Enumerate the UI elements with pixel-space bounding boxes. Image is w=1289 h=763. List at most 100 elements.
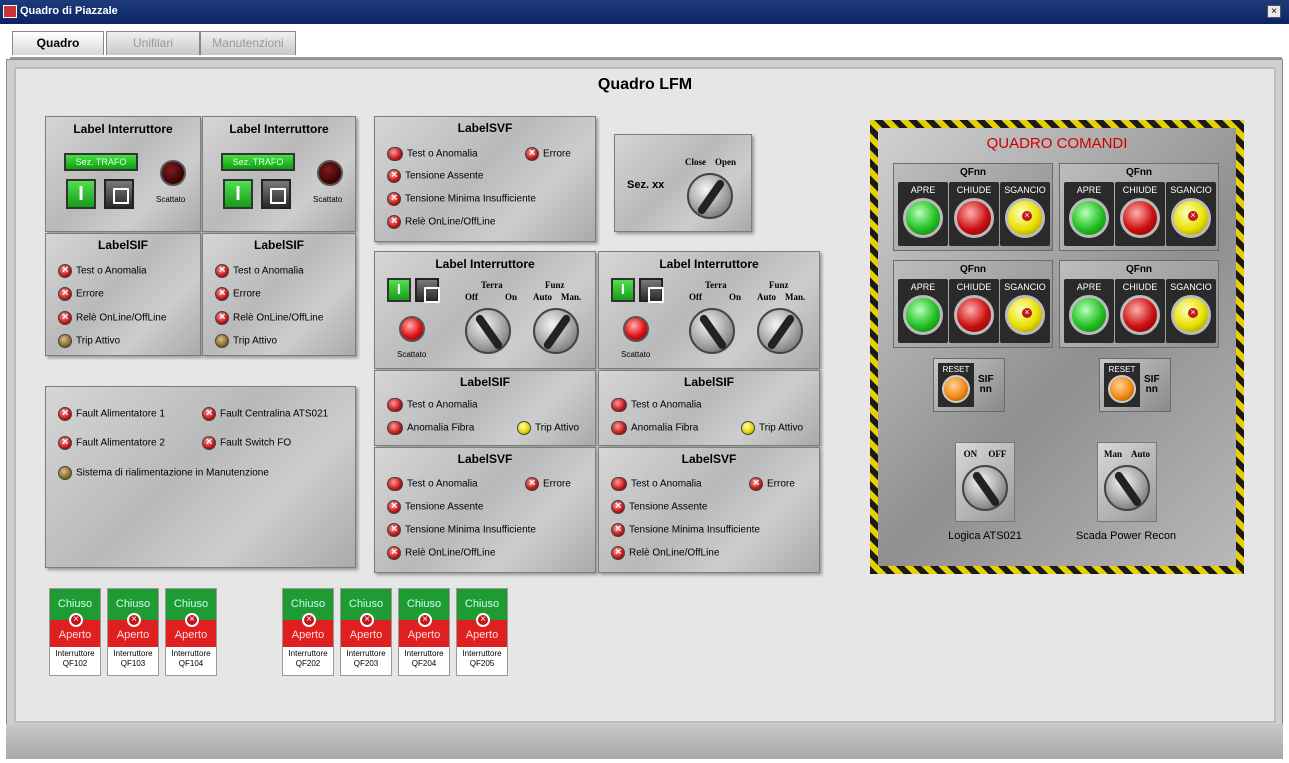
status-row: Tensione Assente bbox=[387, 168, 483, 184]
sez-trafo-display: Sez. TRAFO bbox=[221, 153, 295, 171]
alarm-led-icon bbox=[387, 147, 403, 161]
man-auto-label: Man Auto bbox=[1103, 449, 1150, 459]
chiude-button[interactable]: CHIUDE bbox=[949, 182, 999, 246]
scada-switch[interactable] bbox=[1104, 465, 1150, 511]
open-breaker-button[interactable] bbox=[104, 179, 134, 209]
interruttore-panel-3: Label Interruttore I Scattato Terra Off … bbox=[374, 251, 596, 369]
status-row: Test o Anomalia bbox=[215, 263, 304, 279]
open-breaker-button[interactable] bbox=[261, 179, 291, 209]
apre-button[interactable]: APRE bbox=[1064, 279, 1114, 343]
man-label: Man. bbox=[785, 292, 806, 302]
qf-name: QFnn bbox=[959, 167, 987, 178]
breaker-status-qf104[interactable]: Chiuso Aperto × Interruttore QF104 bbox=[165, 588, 217, 676]
close-breaker-button[interactable]: I bbox=[611, 278, 635, 302]
status-row: Test o Anomalia bbox=[58, 263, 147, 279]
status-row: Errore bbox=[215, 286, 261, 302]
logica-switch[interactable] bbox=[962, 465, 1008, 511]
status-row: Errore bbox=[749, 476, 795, 492]
funz-selector[interactable] bbox=[757, 308, 803, 354]
close-breaker-button[interactable]: I bbox=[387, 278, 411, 302]
reset-sif-2: RESET SIF nn bbox=[1099, 358, 1171, 412]
alarm-led-icon bbox=[58, 263, 72, 278]
sgancio-button[interactable]: SGANCIO bbox=[1000, 279, 1050, 343]
alarm-led-icon bbox=[387, 398, 403, 412]
status-row: Relè OnLine/OffLine bbox=[215, 310, 323, 326]
sgancio-button[interactable]: SGANCIO bbox=[1166, 182, 1216, 246]
close-icon[interactable]: × bbox=[1267, 5, 1281, 18]
breaker-status-qf205[interactable]: Chiuso Aperto × Interruttore QF205 bbox=[456, 588, 508, 676]
alarm-led-icon bbox=[525, 476, 539, 491]
trip-led-icon bbox=[215, 334, 229, 348]
tab-manutenzioni[interactable]: Manutenzioni bbox=[200, 31, 296, 55]
status-row: Test o Anomalia bbox=[387, 477, 478, 492]
alarm-led-icon bbox=[58, 435, 72, 450]
chiude-button[interactable]: CHIUDE bbox=[1115, 182, 1165, 246]
qf-group-1: QFnn APRE CHIUDE SGANCIO bbox=[893, 163, 1053, 251]
status-row: Tensione Assente bbox=[611, 499, 707, 515]
breaker-status-qf204[interactable]: Chiuso Aperto × Interruttore QF204 bbox=[398, 588, 450, 676]
sezionatore-switch[interactable] bbox=[687, 173, 733, 219]
panel-title: Label Interruttore bbox=[659, 257, 759, 271]
alarm-led-icon bbox=[387, 477, 403, 491]
alarm-led-icon bbox=[611, 398, 627, 412]
panel-title: Label Interruttore bbox=[229, 122, 329, 136]
alarm-led-icon bbox=[387, 191, 401, 206]
status-row: Sistema di rialimentazione in Manutenzio… bbox=[58, 466, 269, 481]
apre-button[interactable]: APRE bbox=[898, 182, 948, 246]
terra-selector[interactable] bbox=[689, 308, 735, 354]
chiude-button[interactable]: CHIUDE bbox=[1115, 279, 1165, 343]
terra-selector[interactable] bbox=[465, 308, 511, 354]
sgancio-button[interactable]: SGANCIO bbox=[1000, 182, 1050, 246]
terra-label: Terra bbox=[705, 280, 727, 290]
alarm-led-icon bbox=[215, 310, 229, 325]
tripped-indicator-led bbox=[623, 316, 649, 342]
svf-panel-2: LabelSVF Test o Anomalia Tensione Assent… bbox=[598, 447, 820, 573]
alarm-led-icon bbox=[525, 146, 539, 161]
status-row: Anomalia Fibra bbox=[611, 421, 698, 436]
close-breaker-button[interactable]: I bbox=[223, 179, 253, 209]
qf-name: QFnn bbox=[959, 264, 987, 275]
alarm-led-icon bbox=[58, 310, 72, 325]
sgancio-button[interactable]: SGANCIO bbox=[1166, 279, 1216, 343]
status-row: Test o Anomalia bbox=[387, 398, 478, 413]
status-row: Fault Switch FO bbox=[202, 435, 291, 451]
interruttore-panel-1: Label Interruttore Sez. TRAFO I Scattato bbox=[45, 116, 201, 232]
terra-label: Terra bbox=[481, 280, 503, 290]
panel-title: LabelSIF bbox=[683, 375, 734, 389]
breaker-status-qf102[interactable]: Chiuso Aperto × Interruttore QF102 bbox=[49, 588, 101, 676]
alarm-led-icon bbox=[749, 476, 763, 491]
sif-label: SIF nn bbox=[978, 374, 994, 395]
qf-name: QFnn bbox=[1125, 167, 1153, 178]
breaker-status-qf202[interactable]: Chiuso Aperto × Interruttore QF202 bbox=[282, 588, 334, 676]
page-title: Quadro LFM bbox=[597, 76, 693, 93]
open-breaker-button[interactable] bbox=[415, 278, 440, 303]
alarm-led-icon bbox=[215, 286, 229, 301]
close-breaker-button[interactable]: I bbox=[66, 179, 96, 209]
status-row: Test o Anomalia bbox=[611, 398, 702, 413]
alarm-led-icon bbox=[611, 477, 627, 491]
open-breaker-button[interactable] bbox=[639, 278, 664, 303]
reset-sif-1: RESET SIF nn bbox=[933, 358, 1005, 412]
off-label: Off bbox=[689, 292, 702, 302]
breaker-status-qf103[interactable]: Chiuso Aperto × Interruttore QF103 bbox=[107, 588, 159, 676]
breaker-status-qf203[interactable]: Chiuso Aperto × Interruttore QF203 bbox=[340, 588, 392, 676]
status-row: Test o Anomalia bbox=[387, 147, 478, 162]
tab-quadro[interactable]: Quadro bbox=[12, 31, 104, 55]
apre-button[interactable]: APRE bbox=[1064, 182, 1114, 246]
apre-button[interactable]: APRE bbox=[898, 279, 948, 343]
bottom-strip bbox=[6, 724, 1283, 759]
reset-button[interactable]: RESET bbox=[938, 363, 974, 407]
alarm-led-icon bbox=[202, 435, 216, 450]
sif-panel-3: LabelSIF Test o Anomalia Anomalia Fibra … bbox=[374, 370, 596, 446]
reset-button[interactable]: RESET bbox=[1104, 363, 1140, 407]
status-row: Fault Centralina ATS021 bbox=[202, 406, 328, 422]
chiude-button[interactable]: CHIUDE bbox=[949, 279, 999, 343]
alarm-led-icon bbox=[202, 406, 216, 421]
tab-unifilari[interactable]: Unifilari bbox=[106, 31, 200, 55]
qf-group-4: QFnn APRE CHIUDE SGANCIO bbox=[1059, 260, 1219, 348]
scada-selector-panel: Man Auto bbox=[1097, 442, 1157, 522]
alarm-led-icon bbox=[611, 421, 627, 435]
funz-label: Funz bbox=[545, 280, 565, 290]
alarm-led-icon bbox=[611, 522, 625, 537]
funz-selector[interactable] bbox=[533, 308, 579, 354]
